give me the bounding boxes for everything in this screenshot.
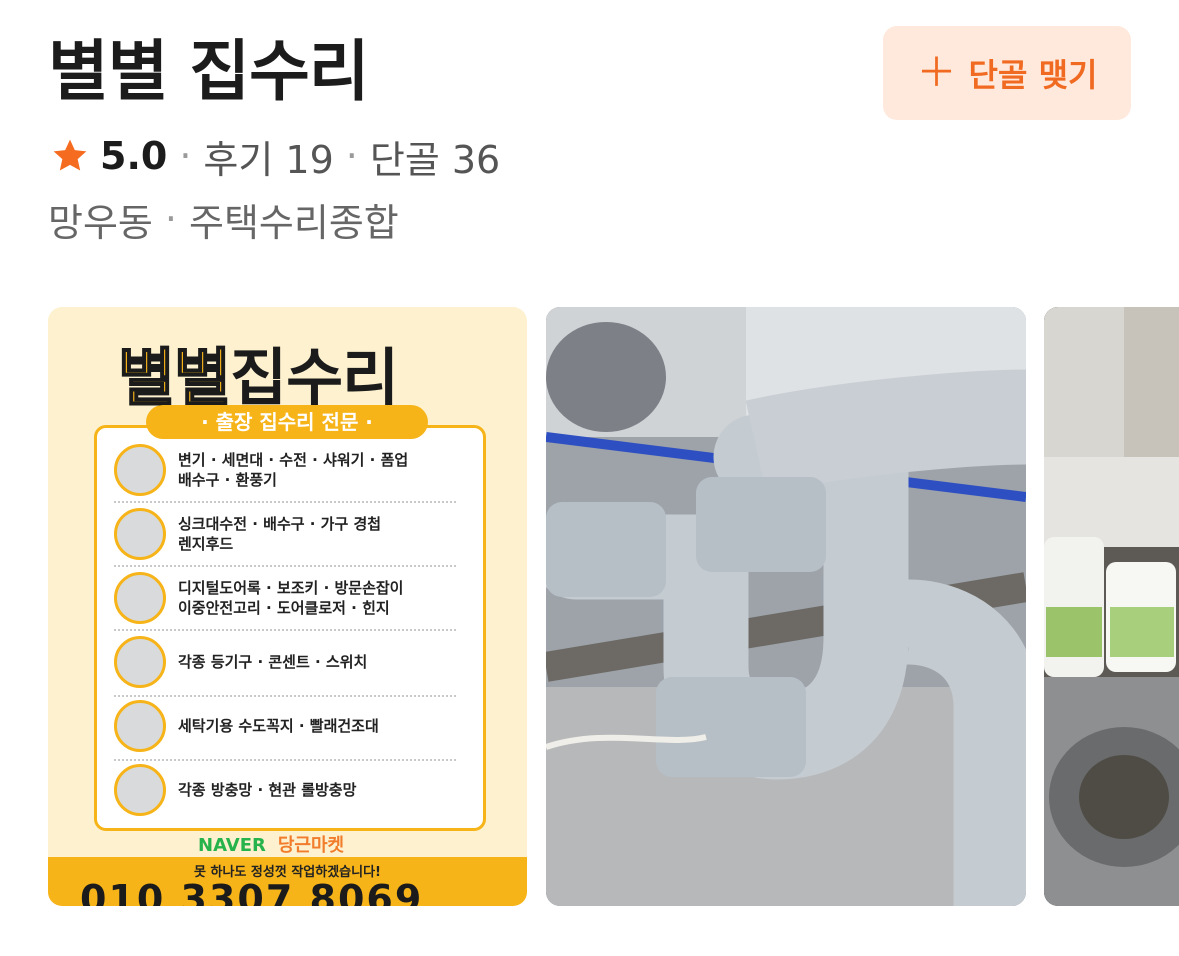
photo-sink[interactable] [1044,307,1179,906]
follow-regular-button[interactable]: ＋ 단골 맺기 [883,26,1131,120]
service-item: 디지털도어록 · 보조키 · 방문손잡이 이중안전고리 · 도어클로저 · 힌지 [114,569,484,627]
store-subinfo: 망우동 · 주택수리종합 [48,194,399,245]
rating-value: 5.0 [100,134,168,178]
sink-photo-illustration [1044,307,1179,906]
divider [114,629,456,631]
service-item: 각종 등기구 · 콘센트 · 스위치 [114,633,484,691]
toilet-icon [114,444,166,496]
divider [114,565,456,567]
door-lock-icon [114,572,166,624]
divider [114,501,456,503]
service-item: 세탁기용 수도꼭지 · 빨래건조대 [114,697,484,755]
poster-footer: 못 하나도 정성껏 작업하겠습니다! 010 3307 8069 [48,857,527,906]
location-label: 망우동 [48,200,153,245]
service-item: 변기 · 세면대 · 수전 · 샤워기 · 폼업 배수구 · 환풍기 [114,441,484,499]
service-item: 싱크대수전 · 배수구 · 가구 경첩 렌지후드 [114,505,484,563]
poster-phone: 010 3307 8069 [80,877,424,906]
service-item: 각종 방충망 · 현관 롤방충망 [114,761,484,819]
poster-brands: NAVER 당근마켓 [198,835,345,856]
review-count-link[interactable]: 후기 19 [203,129,333,184]
light-fixture-icon [114,636,166,688]
store-meta: 5.0 · 후기 19 · 단골 36 [50,130,500,182]
faucet-icon [114,700,166,752]
regular-count: 단골 36 [369,137,501,182]
window-screen-icon [114,764,166,816]
sink-icon [114,508,166,560]
plus-icon: ＋ [916,50,957,96]
poster-logo: 별별집수리 [117,340,399,415]
separator: · [345,134,358,178]
store-title: 별별 집수리 [48,33,370,110]
separator: · [179,134,192,178]
poster-banner: · 출장 집수리 전문 · [146,405,428,439]
category-label: 주택수리종합 [188,200,399,245]
separator: · [164,197,177,241]
photo-poster[interactable]: 별별집수리 · 출장 집수리 전문 · 변기 · 세면대 · 수전 · 샤워기 … [48,307,527,906]
follow-button-label: 단골 맺기 [968,56,1098,94]
photo-pipes[interactable] [546,307,1026,906]
pipe-photo-illustration [546,307,1026,906]
star-icon [53,139,87,171]
